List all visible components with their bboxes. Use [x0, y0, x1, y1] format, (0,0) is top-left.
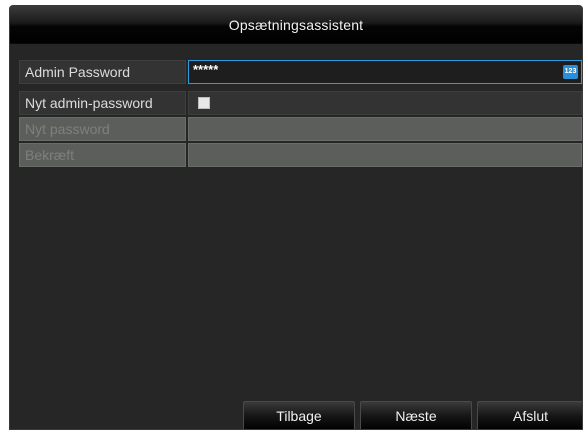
admin-password-input[interactable]: ***** 123	[188, 60, 582, 84]
new-admin-password-label: Nyt admin-password	[19, 91, 186, 115]
confirm-input[interactable]	[188, 143, 582, 167]
new-password-row: Nyt password	[19, 117, 582, 141]
confirm-row: Bekræft	[19, 143, 582, 167]
button-bar: Tilbage Næste Afslut	[10, 401, 582, 429]
new-password-label: Nyt password	[19, 117, 186, 141]
new-password-input[interactable]	[188, 117, 582, 141]
next-button[interactable]: Næste	[360, 401, 472, 429]
window-title: Opsætningsassistent	[10, 6, 582, 44]
exit-button[interactable]: Afslut	[477, 401, 582, 429]
confirm-label: Bekræft	[19, 143, 186, 167]
keyboard-icon[interactable]: 123	[563, 65, 578, 79]
setup-wizard-window: Opsætningsassistent Admin Password *****…	[9, 5, 583, 430]
admin-password-label: Admin Password	[19, 60, 186, 84]
back-button[interactable]: Tilbage	[243, 401, 355, 429]
settings-form: Admin Password ***** 123 Nyt admin-passw…	[19, 60, 582, 169]
admin-password-row: Admin Password ***** 123	[19, 60, 582, 84]
new-admin-password-checkbox[interactable]	[198, 97, 210, 109]
admin-password-value: *****	[193, 62, 219, 77]
new-admin-password-cell	[188, 91, 582, 115]
new-admin-password-row: Nyt admin-password	[19, 91, 582, 115]
